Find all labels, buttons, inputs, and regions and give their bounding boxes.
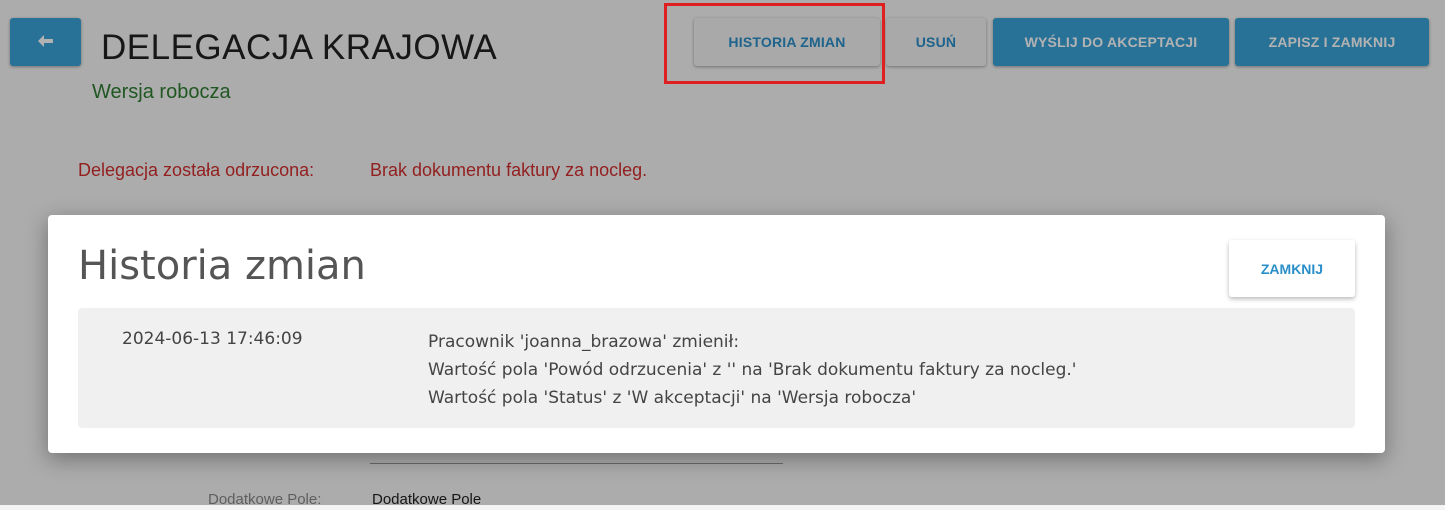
modal-title: Historia zmian [78,243,366,289]
history-entry-details: Pracownik 'joanna_brazowa' zmienił: Wart… [428,328,1076,412]
history-entry-line: Wartość pola 'Powód odrzucenia' z '' na … [428,360,1077,380]
history-entry-date: 2024-06-13 17:46:09 [122,329,303,349]
history-list: 2024-06-13 17:46:09 Pracownik 'joanna_br… [78,308,1355,428]
history-entry-line: Wartość pola 'Status' z 'W akceptacji' n… [428,388,916,408]
history-modal: Historia zmian ZAMKNIJ 2024-06-13 17:46:… [48,215,1385,453]
close-button[interactable]: ZAMKNIJ [1229,240,1355,297]
history-entry-line: Pracownik 'joanna_brazowa' zmienił: [428,332,740,352]
